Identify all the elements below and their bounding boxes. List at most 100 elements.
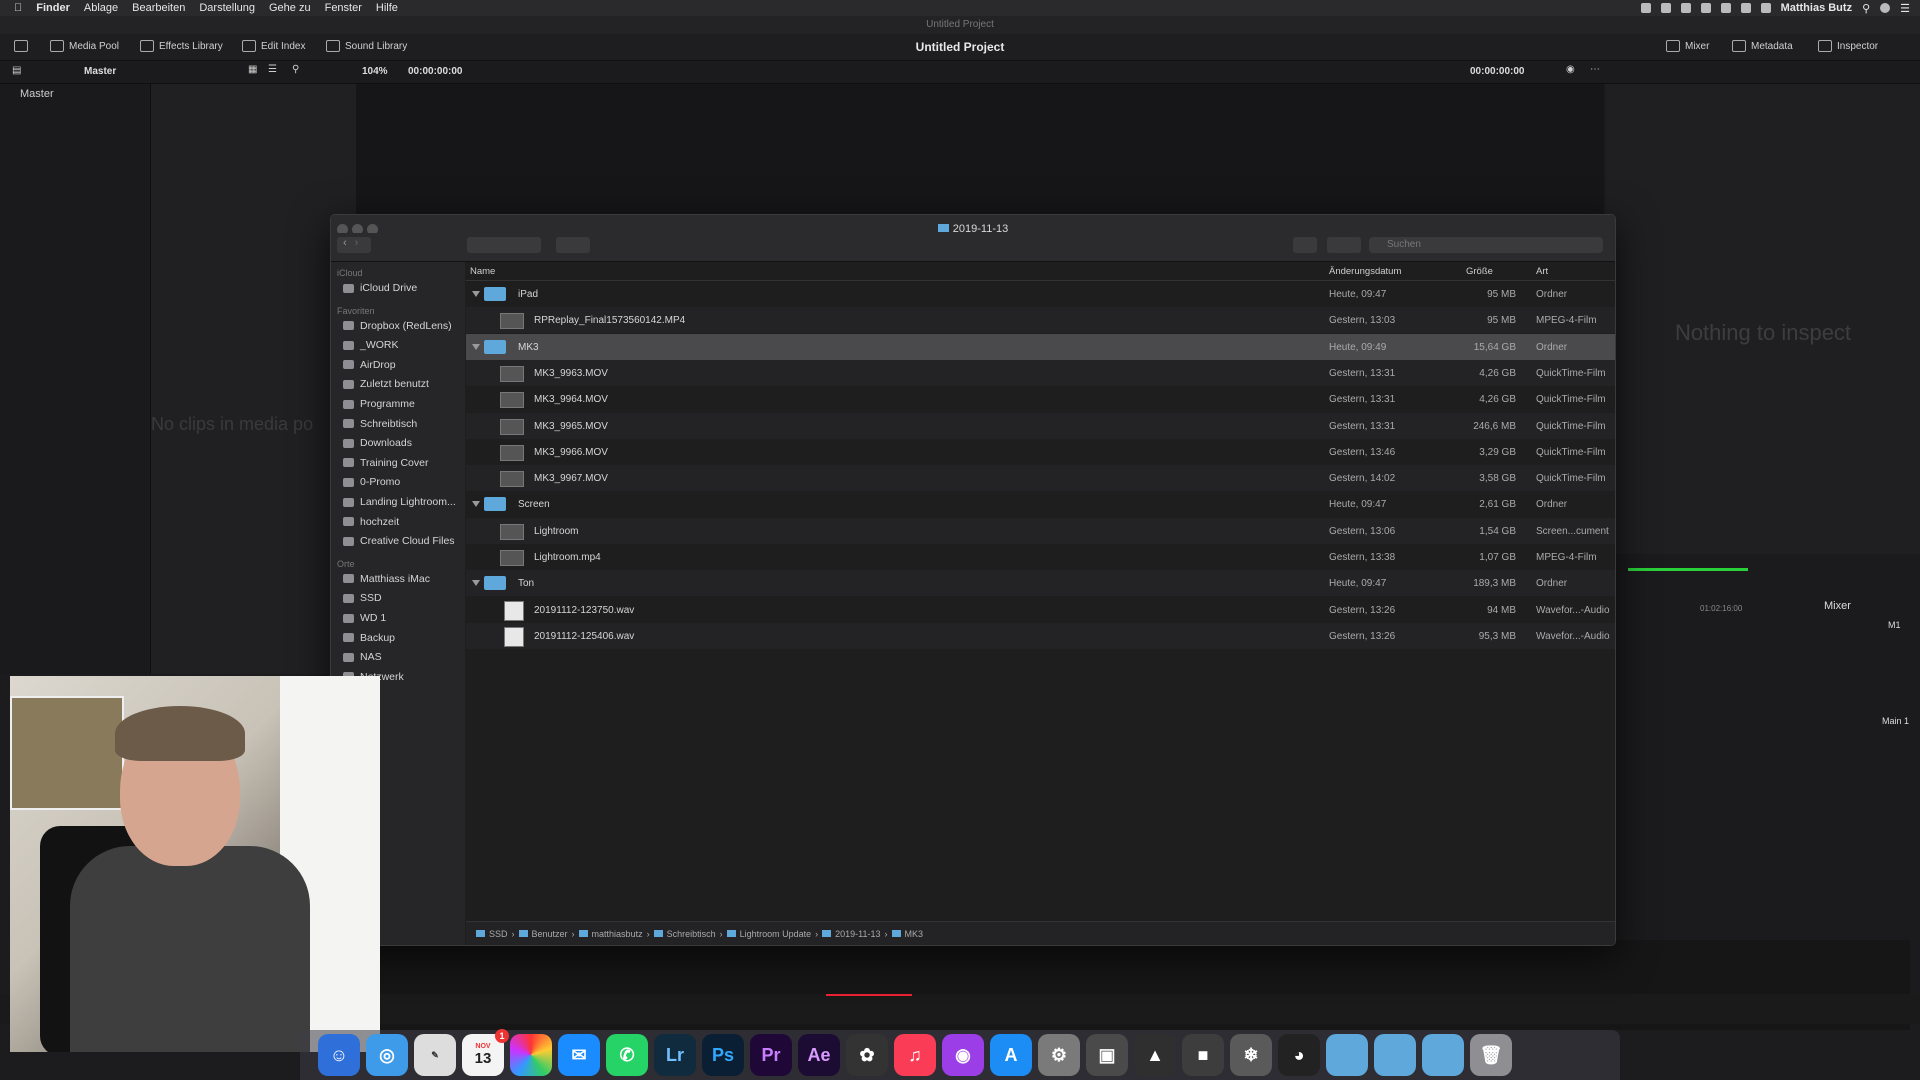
path-item[interactable]: MK3 <box>905 929 924 939</box>
sidebar-item[interactable]: Schreibtisch <box>343 418 417 430</box>
sidebar-toggle-icon[interactable]: ▤ <box>12 65 21 76</box>
forward-icon[interactable]: › <box>347 237 359 249</box>
sidebar-item[interactable]: Landing Lightroom... <box>343 496 456 508</box>
bluetooth-icon[interactable] <box>1720 3 1731 13</box>
sidebar-item[interactable]: Downloads <box>343 437 412 449</box>
zoom-level[interactable]: 104% <box>362 66 388 77</box>
whatsapp-icon[interactable]: ✆ <box>606 1034 648 1076</box>
folder-row[interactable]: Screen Heute, 09:47 2,61 GB Ordner <box>466 491 1615 517</box>
sidebar-item[interactable]: Zuletzt benutzt <box>343 378 429 390</box>
tab-metadata[interactable]: Metadata <box>1732 40 1793 52</box>
dropbox-button[interactable] <box>1327 237 1361 253</box>
notification-icon[interactable]: ☰ <box>1900 2 1910 15</box>
column-kind[interactable]: Art <box>1536 266 1548 277</box>
column-date[interactable]: Änderungsdatum <box>1329 266 1401 277</box>
photos-icon[interactable] <box>510 1034 552 1076</box>
file-row[interactable]: MK3_9966.MOV Gestern, 13:46 3,29 GB QuickTi… <box>466 439 1615 465</box>
folder-row[interactable]: iPad Heute, 09:47 95 MB Ordner <box>466 281 1615 307</box>
preview-icon[interactable]: ▲ <box>1134 1034 1176 1076</box>
time-machine-icon[interactable] <box>1700 3 1711 13</box>
calendar-icon[interactable]: NOV 13 1 <box>462 1029 509 1076</box>
search-input[interactable]: Suchen <box>1369 237 1603 253</box>
notes-icon[interactable]: ✎ <box>414 1034 456 1076</box>
finder-icon[interactable]: ☺ <box>318 1034 360 1076</box>
sidebar-item[interactable]: _WORK <box>343 339 399 351</box>
search-icon[interactable]: ⚲ <box>292 64 299 75</box>
applications-folder-icon[interactable] <box>1326 1034 1368 1076</box>
system-preferences-icon[interactable]: ⚙ <box>1038 1034 1080 1076</box>
file-row[interactable]: MK3_9964.MOV Gestern, 13:31 4,26 GB QuickTi… <box>466 386 1615 412</box>
safari-icon[interactable]: ◎ <box>366 1034 408 1076</box>
clock-icon[interactable] <box>1760 3 1771 13</box>
folder-row[interactable]: Ton Heute, 09:47 189,3 MB Ordner <box>466 570 1615 597</box>
messenger-icon[interactable]: ✉ <box>558 1034 600 1076</box>
screenshot-icon[interactable]: ▣ <box>1086 1034 1128 1076</box>
path-item[interactable]: 2019-11-13 <box>835 929 880 939</box>
sidebar-item[interactable]: iCloud Drive <box>343 282 417 294</box>
disclosure-triangle-icon[interactable] <box>472 501 480 508</box>
back-icon[interactable]: ‹ <box>337 237 347 249</box>
menu-bearbeiten[interactable]: Bearbeiten <box>132 2 185 14</box>
menu-app-finder[interactable]: Finder <box>36 2 70 14</box>
file-row[interactable]: Lightroom.mp4 Gestern, 13:38 1,07 GB MPEG-4… <box>466 544 1615 570</box>
apple-icon[interactable]:  <box>14 2 22 14</box>
file-row[interactable]: MK3_9963.MOV Gestern, 13:31 4,26 GB QuickTi… <box>466 359 1615 386</box>
sidebar-item[interactable]: AirDrop <box>343 359 396 371</box>
column-name[interactable]: Name <box>470 266 495 277</box>
sidebar-item[interactable]: Training Cover <box>343 457 428 469</box>
menu-fenster[interactable]: Fenster <box>325 2 362 14</box>
after-effects-icon[interactable]: Ae <box>798 1034 840 1076</box>
tab-inspector[interactable]: Inspector <box>1818 40 1878 52</box>
file-row[interactable]: MK3_9967.MOV Gestern, 14:02 3,58 GB QuickTi… <box>466 465 1615 492</box>
column-size[interactable]: Größe <box>1466 266 1493 277</box>
davinci-resolve-icon[interactable]: ✿ <box>846 1034 888 1076</box>
siri-icon[interactable] <box>1880 3 1891 13</box>
sidebar-item[interactable]: NAS <box>343 651 382 663</box>
menubar-user[interactable]: Matthias Butz <box>1781 2 1853 14</box>
file-row[interactable]: 20191112-123750.wav Gestern, 13:26 94 MB Wa… <box>466 597 1615 623</box>
clip-icon[interactable]: ◉ <box>1566 64 1575 75</box>
path-item[interactable]: Lightroom Update <box>740 929 812 939</box>
back-forward-buttons[interactable]: ‹ › <box>337 237 371 253</box>
premiere-icon[interactable]: Pr <box>750 1034 792 1076</box>
bin-master[interactable]: Master <box>20 88 54 100</box>
disclosure-triangle-icon[interactable] <box>472 580 480 587</box>
downloads-folder-icon[interactable] <box>1422 1034 1464 1076</box>
sidebar-item[interactable]: Creative Cloud Files <box>343 535 455 547</box>
group-button[interactable] <box>556 237 590 253</box>
sidebar-item[interactable]: Backup <box>343 632 395 644</box>
view-mode-buttons[interactable] <box>467 237 541 253</box>
file-row[interactable]: Lightroom Gestern, 13:06 1,54 GB Screen...c… <box>466 517 1615 544</box>
file-row[interactable]: 20191112-125406.wav Gestern, 13:26 95,3 MB… <box>466 622 1615 649</box>
file-row[interactable]: RPReplay_Final1573560142.MP4 Gestern, 13:… <box>466 307 1615 334</box>
lightroom-icon[interactable]: Lr <box>654 1034 696 1076</box>
grid-view-icon[interactable]: ▦ <box>248 64 257 75</box>
sidebar-item[interactable]: Programme <box>343 398 415 410</box>
status-icon[interactable] <box>1640 3 1651 13</box>
disclosure-triangle-icon[interactable] <box>472 343 480 350</box>
disclosure-triangle-icon[interactable] <box>472 291 480 297</box>
sidebar-item[interactable]: hochzeit <box>343 516 399 528</box>
share-button[interactable] <box>1293 237 1317 253</box>
path-item[interactable]: SSD <box>489 929 508 939</box>
sidebar-item[interactable]: SSD <box>343 592 382 604</box>
list-view-icon[interactable]: ☰ <box>268 64 277 75</box>
sidebar-item[interactable]: 0-Promo <box>343 476 400 488</box>
podcasts-icon[interactable]: ◉ <box>942 1034 984 1076</box>
bin-name[interactable]: Master <box>84 66 116 77</box>
spotlight-icon[interactable]: ⚲ <box>1862 2 1870 15</box>
app-icon[interactable]: ■ <box>1182 1034 1224 1076</box>
tab-mixer[interactable]: Mixer <box>1666 40 1709 52</box>
documents-folder-icon[interactable] <box>1374 1034 1416 1076</box>
menu-ablage[interactable]: Ablage <box>84 2 118 14</box>
path-item[interactable]: Benutzer <box>532 929 568 939</box>
menu-hilfe[interactable]: Hilfe <box>376 2 398 14</box>
sidebar-item[interactable]: Dropbox (RedLens) <box>343 320 452 332</box>
menu-darstellung[interactable]: Darstellung <box>199 2 255 14</box>
trash-icon[interactable]: 🗑 <box>1470 1034 1512 1076</box>
path-item[interactable]: matthiasbutz <box>592 929 643 939</box>
status-icon[interactable] <box>1660 3 1671 13</box>
sidebar-item[interactable]: Matthiass iMac <box>343 573 430 585</box>
folder-row[interactable]: MK3 Heute, 09:49 15,64 GB Ordner <box>466 333 1615 360</box>
photoshop-icon[interactable]: Ps <box>702 1034 744 1076</box>
